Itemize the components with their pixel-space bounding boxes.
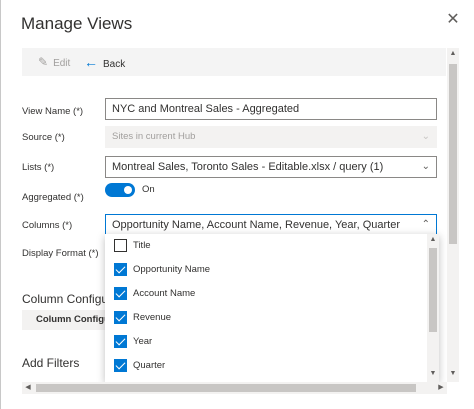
- back-button[interactable]: ← Back: [84, 48, 125, 76]
- column-option-label: Revenue: [133, 312, 172, 323]
- columns-label: Columns (*): [22, 220, 73, 231]
- aggregated-toggle[interactable]: [105, 183, 135, 197]
- back-label: Back: [103, 59, 126, 70]
- toolbar: ✎ Edit ← Back: [22, 48, 446, 76]
- checkbox[interactable]: [114, 287, 127, 300]
- manage-views-dialog: Manage Views ✕ ✎ Edit ← Back View Name (*)…: [0, 0, 474, 409]
- checkbox[interactable]: [114, 359, 127, 372]
- chevron-down-icon: ⌄: [421, 161, 430, 172]
- scroll-up-icon[interactable]: ▲: [447, 50, 459, 57]
- dialog-horizontal-scrollbar[interactable]: ◀ ▶: [22, 382, 447, 394]
- add-filters-heading: Add Filters: [22, 356, 80, 370]
- column-option[interactable]: Revenue: [105, 306, 427, 330]
- source-select: Sites in current Hub ⌄: [105, 126, 437, 148]
- column-option-label: Account Name: [133, 288, 196, 299]
- column-option-label: Title: [133, 240, 151, 251]
- view-name-label: View Name (*): [22, 106, 84, 117]
- checkbox[interactable]: [114, 335, 127, 348]
- column-option[interactable]: Quarter: [105, 354, 427, 378]
- aggregated-label: Aggregated (*): [22, 192, 84, 203]
- display-format-label: Display Format (*): [22, 248, 99, 259]
- columns-select[interactable]: Opportunity Name, Account Name, Revenue,…: [105, 214, 437, 236]
- dialog-vertical-scrollbar[interactable]: ▲ ▼: [447, 48, 459, 382]
- checkbox[interactable]: [114, 311, 127, 324]
- scroll-down-icon[interactable]: ▼: [427, 370, 439, 377]
- chevron-up-icon: ⌃: [421, 219, 430, 230]
- lists-label: Lists (*): [22, 162, 55, 173]
- column-option[interactable]: Account Name: [105, 282, 427, 306]
- lists-select[interactable]: Montreal Sales, Toronto Sales - Editable…: [105, 156, 437, 178]
- column-option[interactable]: Title: [105, 234, 427, 258]
- column-config-button[interactable]: Column Configu: [22, 310, 110, 330]
- view-name-input[interactable]: NYC and Montreal Sales - Aggregated: [105, 98, 437, 120]
- arrow-left-icon: ←: [84, 54, 98, 70]
- scroll-right-icon[interactable]: ▶: [435, 382, 447, 394]
- checkbox[interactable]: [114, 263, 127, 276]
- edit-button[interactable]: ✎ Edit: [38, 48, 70, 76]
- lists-value: Montreal Sales, Toronto Sales - Editable…: [112, 161, 384, 173]
- edit-label: Edit: [53, 58, 71, 69]
- column-option[interactable]: Year: [105, 330, 427, 354]
- scroll-down-icon[interactable]: ▼: [447, 370, 459, 377]
- chevron-down-icon: ⌄: [421, 131, 430, 142]
- column-config-heading: Column Configu: [22, 292, 109, 306]
- column-option-label: Opportunity Name: [133, 264, 211, 275]
- dropdown-scroll-thumb[interactable]: [429, 248, 437, 332]
- form-content: View Name (*) NYC and Montreal Sales - A…: [1, 86, 447, 382]
- source-value: Sites in current Hub: [112, 131, 196, 142]
- column-option-label: Year: [133, 336, 153, 347]
- scroll-left-icon[interactable]: ◀: [22, 382, 34, 394]
- columns-value: Opportunity Name, Account Name, Revenue,…: [112, 219, 400, 231]
- column-option[interactable]: Opportunity Name: [105, 258, 427, 282]
- horizontal-scroll-thumb[interactable]: [36, 384, 416, 392]
- close-icon[interactable]: ✕: [443, 10, 463, 30]
- columns-options: Title Opportunity Name Account Name Reve…: [105, 234, 427, 378]
- columns-dropdown: Title Opportunity Name Account Name Reve…: [105, 234, 439, 382]
- vertical-scroll-thumb[interactable]: [449, 64, 457, 244]
- column-option-label: Quarter: [133, 360, 166, 371]
- checkbox[interactable]: [114, 239, 127, 252]
- scroll-up-icon[interactable]: ▲: [427, 236, 439, 243]
- toggle-knob: [124, 186, 132, 194]
- pencil-icon: ✎: [38, 55, 49, 69]
- aggregated-state: On: [142, 184, 155, 195]
- dialog-title: Manage Views: [21, 14, 133, 33]
- source-label: Source (*): [22, 132, 65, 143]
- dropdown-scrollbar[interactable]: ▲ ▼: [427, 234, 439, 382]
